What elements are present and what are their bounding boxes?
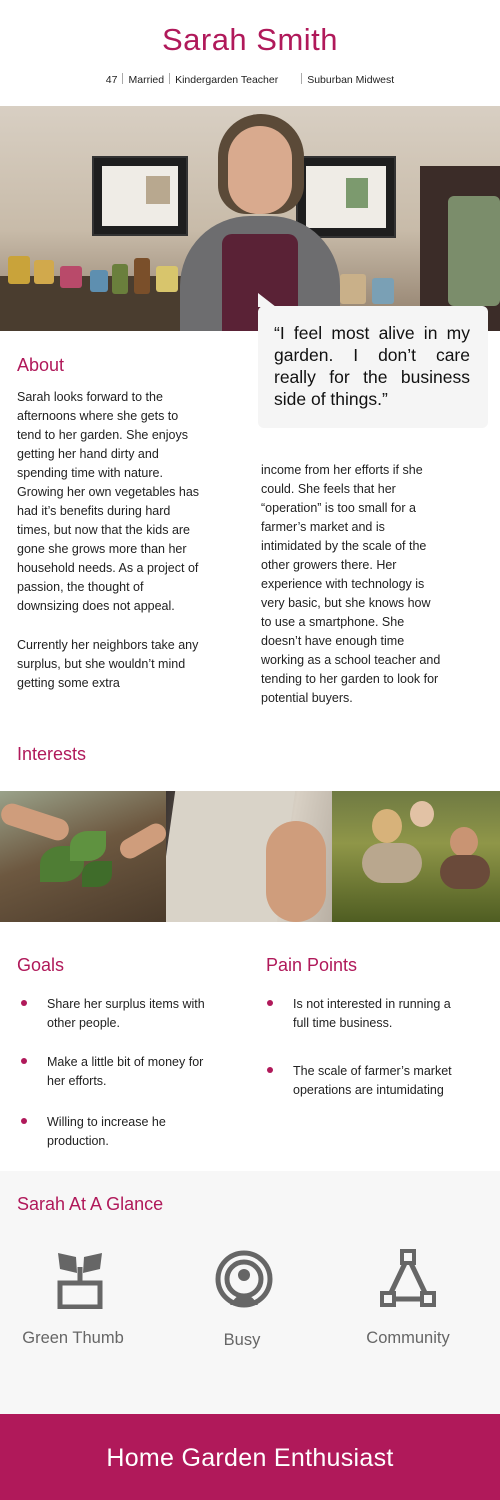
at-a-glance-panel: Sarah At A Glance Green Thumb Busy Commu… [0,1171,500,1414]
glance-title: Sarah At A Glance [17,1194,164,1214]
divider [169,73,171,84]
about-title: About [17,355,65,375]
about-paragraph-3: income from her efforts if she could. Sh… [261,463,441,705]
bullet-icon [21,1118,27,1124]
divider [122,73,124,84]
divider [301,73,303,84]
glance-label-community: Community [366,1329,450,1347]
persona-age: 47 [105,74,118,86]
goal-item: Willing to increase he production. [17,1113,212,1151]
network-triangle-icon [378,1249,438,1309]
quote-text: “I feel most alive in my garden. I don’t… [274,323,470,409]
wall-frame [92,156,188,236]
wall-frame [296,156,396,238]
about-paragraph-2: Currently her neighbors take any surplus… [17,638,199,690]
glance-label-green-thumb: Green Thumb [22,1329,124,1347]
persona-status: Married [128,74,165,86]
bullet-icon [267,1067,273,1073]
interests-gallery [0,791,500,922]
persona-quote: “I feel most alive in my garden. I don’t… [258,293,488,428]
gardening-photo [0,791,166,922]
persona-meta: 47 Married Kindergarden Teacher Suburban Mi… [0,73,500,86]
persona-footer-banner: Home Garden Enthusiast [0,1414,500,1500]
goals-title: Goals [17,955,65,975]
goal-item: Share her surplus items with other peopl… [17,995,212,1033]
persona-name: Sarah Smith [161,22,339,57]
broadcast-person-icon [214,1249,274,1309]
bullet-icon [21,1000,27,1006]
interests-title: Interests [17,744,87,764]
plant-pot-icon [50,1249,110,1310]
persona-tagline: Home Garden Enthusiast [106,1444,394,1472]
pain-point-item: The scale of farmer’s market operations … [263,1062,463,1100]
persona-photo [0,106,500,331]
family-photo [332,791,500,922]
persona-location: Suburban Midwest [307,74,395,86]
persona-header: Sarah Smith 47 Married Kindergarden Teache… [0,0,500,106]
pain-points-title: Pain Points [266,955,358,975]
glance-label-busy: Busy [223,1331,261,1349]
pain-points-list: Is not interested in running a full time… [263,995,463,1100]
about-paragraph-1: Sarah looks forward to the afternoons wh… [17,390,200,613]
bullet-icon [267,1000,273,1006]
persona-occupation: Kindergarden Teacher [175,74,279,86]
goal-item: Make a little bit of money for her effor… [17,1053,212,1091]
reading-photo [166,791,332,922]
goals-list: Share her surplus items with other peopl… [17,995,212,1151]
pain-point-item: Is not interested in running a full time… [263,995,463,1033]
bullet-icon [21,1058,27,1064]
